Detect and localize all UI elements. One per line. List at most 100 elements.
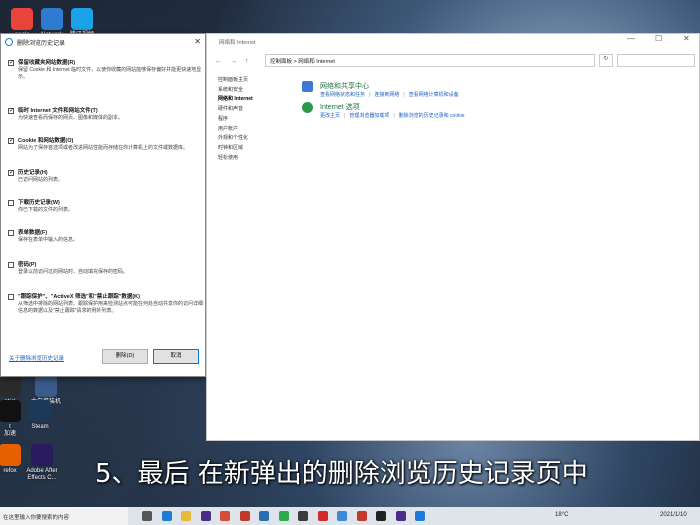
ie-icon[interactable] <box>415 511 425 521</box>
app-icon <box>0 400 21 422</box>
option-checkbox[interactable] <box>8 294 14 300</box>
wechat-icon[interactable] <box>278 511 289 521</box>
app-a-icon[interactable] <box>239 511 250 521</box>
app-c-icon[interactable] <box>337 511 347 521</box>
edge-icon[interactable] <box>161 511 172 521</box>
globe-icon <box>302 102 313 113</box>
app-icon <box>0 375 21 397</box>
app-icon <box>29 400 51 422</box>
left-nav-item[interactable]: 硬件和声音 <box>218 105 288 115</box>
option-description: 保留 Cookie 和 Internet 临时文件，以使你收藏的网站能够保存偏好… <box>18 67 202 80</box>
section-link[interactable]: 删除浏览的历史记录和 cookie <box>399 113 465 119</box>
option-checkbox[interactable]: ✓ <box>8 108 14 114</box>
history-option: ✓ 保留收藏夹网站数据(R) 保留 Cookie 和 Internet 临时文件，以… <box>8 60 203 80</box>
desktop-icon[interactable]: Steam <box>20 400 60 431</box>
wps-icon[interactable] <box>356 511 367 521</box>
section-title[interactable]: Internet 选项 <box>320 102 360 112</box>
search-input[interactable] <box>617 54 695 67</box>
close-icon[interactable]: ✕ <box>194 37 201 46</box>
option-description: 你已下载的文件的列表。 <box>18 207 74 213</box>
app-icon <box>0 444 21 466</box>
netease-music-icon[interactable] <box>317 511 328 521</box>
clock[interactable]: 2021/1/10 <box>660 512 687 518</box>
control-panel-window: 网络和 Internet — ☐ ✕ ← → ↑ 控制面板 > 网络和 Inte… <box>206 33 700 441</box>
network-icon <box>302 81 313 92</box>
option-description: 网站为了保存首选项或者改进网站性能而存储在你计算机上的文件或数据库。 <box>18 145 189 151</box>
left-nav-item[interactable]: 控制面板主页 <box>218 76 288 86</box>
history-option: ✓ Cookie 和网站数据(O) 网站为了保存首选项或者改进网站性能而存储在你计算… <box>8 138 203 152</box>
history-option: 表单数据(F) 保存在表单中输入的信息。 <box>8 230 203 244</box>
refresh-icon[interactable]: ↻ <box>599 54 613 67</box>
option-checkbox[interactable]: ✓ <box>8 170 14 176</box>
link-separator: | <box>344 113 346 119</box>
ie-icon <box>5 38 13 46</box>
link-separator: | <box>369 92 371 98</box>
option-checkbox[interactable]: ✓ <box>8 60 14 66</box>
history-option: ✓ 临时 Internet 文件和网站文件(T) 为快速查看而保存的网页、图像和媒体… <box>8 108 203 122</box>
option-checkbox[interactable]: ✓ <box>8 138 14 144</box>
window-title: 网络和 Internet <box>219 40 256 46</box>
left-nav-item[interactable]: 时钟和区域 <box>218 144 288 154</box>
back-button[interactable]: ← <box>215 58 222 65</box>
left-nav-item[interactable]: 用户帐户 <box>218 125 288 135</box>
option-description: 已访问网站的列表。 <box>18 177 64 183</box>
forward-button[interactable]: → <box>230 58 237 65</box>
left-nav-item[interactable]: 程序 <box>218 115 288 125</box>
section-link[interactable]: 查看网络状态和任务 <box>320 92 365 98</box>
left-nav-item[interactable]: 系统和安全 <box>218 86 288 96</box>
section-link[interactable]: 管理浏览器加载项 <box>349 113 389 119</box>
left-navigation: 控制面板主页 系统和安全 网络和 Internet 硬件和声音 程序 用户帐户 外观和个性化… <box>218 76 288 163</box>
navigation-bar: ← → ↑ 控制面板 > 网络和 Internet ↻ <box>207 52 700 70</box>
option-checkbox[interactable] <box>8 200 14 206</box>
minimize-button[interactable]: — <box>627 34 635 43</box>
app-icon <box>11 8 33 30</box>
task-view-icon[interactable] <box>142 511 152 521</box>
history-option: 下载历史记录(W) 你已下载的文件的列表。 <box>8 200 203 214</box>
link-separator: | <box>403 92 405 98</box>
taskbar: 在这里输入你要搜索的内容 18°C 2021/1/10 <box>0 507 700 525</box>
chrome-icon[interactable] <box>220 511 230 521</box>
history-option: ✓ 历史记录(H) 已访问网站的列表。 <box>8 170 203 184</box>
section-links: 更改主页 | 管理浏览器加载项 | 删除浏览的历史记录和 cookie <box>320 112 465 119</box>
maximize-button[interactable]: ☐ <box>655 34 662 43</box>
app-d-icon[interactable] <box>376 511 386 521</box>
delete-history-dialog: 删除浏览历史记录 ✕ ✓ 保留收藏夹网站数据(R) 保留 Cookie 和 Inte… <box>0 33 206 377</box>
left-nav-item[interactable]: 网络和 Internet <box>218 95 288 105</box>
after-effects-icon[interactable] <box>395 511 406 521</box>
desktop-icon-label: Adobe After Effects C... <box>26 468 58 481</box>
app-icon <box>31 444 53 466</box>
taskbar-search-input[interactable]: 在这里输入你要搜索的内容 <box>0 507 128 525</box>
about-delete-history-link[interactable]: 关于删除浏览历史记录 <box>9 354 64 362</box>
section-link[interactable]: 连接到网络 <box>374 92 399 98</box>
section-title[interactable]: 网络和共享中心 <box>320 81 369 91</box>
section-link[interactable]: 查看网络计算机和设备 <box>409 92 459 98</box>
dialog-title: 删除浏览历史记录 <box>17 40 66 47</box>
video-subtitle: 5、最后 在新弹出的删除浏览历史记录页中 <box>95 459 588 489</box>
option-description: 保存在表单中输入的信息。 <box>18 237 79 243</box>
left-nav-item[interactable]: 轻松使用 <box>218 154 288 164</box>
delete-button[interactable]: 删除(D) <box>102 349 148 364</box>
left-nav-item[interactable]: 外观和个性化 <box>218 134 288 144</box>
photoshop-icon[interactable] <box>259 511 269 521</box>
cancel-button[interactable]: 取消 <box>153 349 199 364</box>
option-title: 临时 Internet 文件和网站文件(T) <box>18 108 98 114</box>
weather-readout: 18°C <box>555 512 569 518</box>
app-b-icon[interactable] <box>298 511 308 521</box>
option-checkbox[interactable] <box>8 262 14 268</box>
premiere-icon[interactable] <box>200 511 211 521</box>
address-bar[interactable]: 控制面板 > 网络和 Internet <box>265 54 595 67</box>
app-icon <box>35 375 57 397</box>
explorer-icon[interactable] <box>181 511 191 521</box>
desktop-icon-label: Steam <box>31 424 49 430</box>
up-button[interactable]: ↑ <box>245 58 249 65</box>
option-description: 登录以前访问过的网站时，自动填充保存的密码。 <box>18 269 129 275</box>
app-icon <box>71 8 93 30</box>
section-link[interactable]: 更改主页 <box>320 113 340 119</box>
option-description: 为快速查看而保存的网页、图像和媒体的副本。 <box>18 115 124 121</box>
option-title: 保留收藏夹网站数据(R) <box>18 60 76 66</box>
option-title: 下载历史记录(W) <box>18 200 60 206</box>
app-icon <box>41 8 63 30</box>
option-checkbox[interactable] <box>8 230 14 236</box>
desktop-icon[interactable]: Adobe After Effects C... <box>22 444 62 482</box>
window-close-button[interactable]: ✕ <box>683 34 690 43</box>
